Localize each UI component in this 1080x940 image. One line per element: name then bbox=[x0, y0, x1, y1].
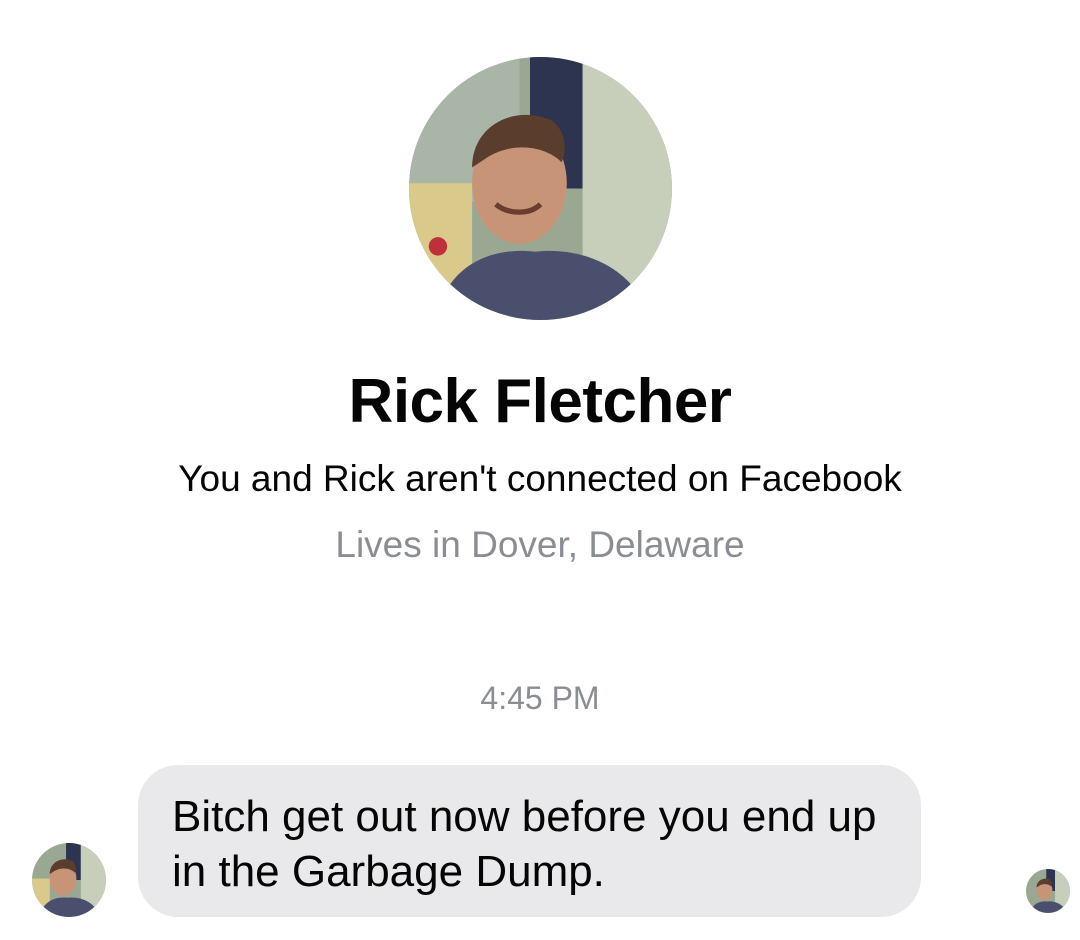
message-bubble[interactable]: Bitch get out now before you end up in t… bbox=[138, 765, 921, 917]
sender-avatar-image bbox=[32, 843, 106, 917]
connection-status: You and Rick aren't connected on Faceboo… bbox=[178, 458, 902, 499]
seen-indicator-avatar bbox=[1026, 869, 1070, 913]
profile-photo-image bbox=[409, 57, 672, 320]
message-timestamp: 4:45 PM bbox=[480, 680, 600, 716]
contact-name: Rick Fletcher bbox=[348, 367, 732, 436]
sender-avatar[interactable] bbox=[32, 843, 106, 917]
profile-photo[interactable] bbox=[409, 57, 672, 320]
seen-avatar-image bbox=[1026, 869, 1070, 913]
contact-location: Lives in Dover, Delaware bbox=[335, 524, 745, 565]
